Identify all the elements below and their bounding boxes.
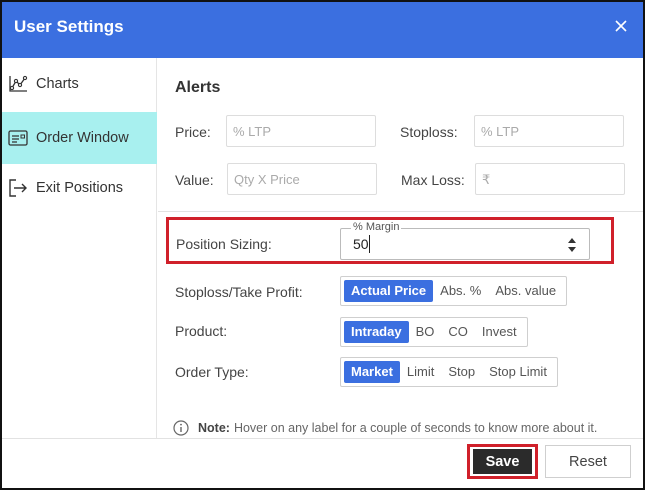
order-window-icon: [8, 128, 28, 148]
sidebar-item-label: Charts: [36, 76, 79, 92]
margin-value: 50: [353, 236, 369, 252]
note: Note: Hover on any label for a couple of…: [173, 420, 597, 436]
stoploss-label: Stoploss:: [400, 124, 458, 140]
stoploss-takeprofit-label: Stoploss/Take Profit:: [175, 284, 303, 300]
max-loss-input-box: [475, 163, 625, 195]
price-input[interactable]: [227, 116, 375, 146]
number-spinner-icon[interactable]: [567, 237, 577, 253]
note-text: Hover on any label for a couple of secon…: [233, 421, 598, 435]
option-bo[interactable]: BO: [409, 321, 442, 343]
order-type-label: Order Type:: [175, 364, 249, 380]
sidebar-item-label: Order Window: [36, 130, 129, 146]
option-market[interactable]: Market: [344, 361, 400, 383]
value-input[interactable]: [228, 164, 376, 194]
line-chart-icon: [8, 74, 28, 94]
exit-icon: [8, 178, 28, 198]
option-actual-price[interactable]: Actual Price: [344, 280, 434, 302]
sidebar-item-label: Exit Positions: [36, 180, 124, 196]
option-co[interactable]: CO: [441, 321, 475, 343]
option-abs-value[interactable]: Abs. value: [488, 280, 563, 302]
position-sizing-label: Position Sizing:: [176, 236, 272, 252]
option-intraday[interactable]: Intraday: [344, 321, 409, 343]
sidebar-item-order-window[interactable]: Order Window: [2, 112, 157, 164]
dialog-header: User Settings: [2, 2, 643, 58]
price-label: Price:: [175, 124, 211, 140]
dialog-title: User Settings: [14, 17, 124, 36]
close-icon[interactable]: [615, 20, 629, 34]
section-divider: [158, 211, 643, 212]
stoploss-input-box: [474, 115, 624, 147]
save-highlight: Save: [467, 444, 538, 479]
option-limit[interactable]: Limit: [400, 361, 441, 383]
stoploss-input[interactable]: [475, 116, 623, 146]
max-loss-label: Max Loss:: [401, 172, 465, 188]
sidebar-item-exit-positions[interactable]: Exit Positions: [2, 162, 157, 214]
option-stop[interactable]: Stop: [441, 361, 482, 383]
stoploss-takeprofit-toggle: Actual Price Abs. % Abs. value: [340, 276, 568, 306]
option-abs-percent[interactable]: Abs. %: [433, 280, 488, 302]
order-type-toggle: Market Limit Stop Stop Limit: [340, 357, 558, 387]
note-label: Note:: [198, 421, 230, 435]
save-button[interactable]: Save: [473, 449, 532, 474]
info-icon: [173, 420, 189, 436]
sidebar-item-charts[interactable]: Charts: [2, 58, 157, 110]
main-panel: Alerts Price: Stoploss: Value: Max Loss:…: [158, 58, 643, 438]
value-input-box: [227, 163, 377, 195]
price-input-box: [226, 115, 376, 147]
margin-field[interactable]: % Margin 50: [340, 221, 590, 260]
sidebar: Charts Order Window Exit Positions: [2, 58, 157, 438]
max-loss-input[interactable]: [476, 164, 624, 194]
user-settings-dialog: User Settings Charts Order Window Exit P…: [0, 0, 645, 490]
reset-button[interactable]: Reset: [545, 445, 631, 478]
value-label: Value:: [175, 172, 214, 188]
product-toggle: Intraday BO CO Invest: [340, 317, 528, 347]
alerts-title: Alerts: [175, 79, 221, 96]
product-label: Product:: [175, 323, 228, 339]
margin-field-legend: % Margin: [351, 221, 402, 233]
option-stop-limit[interactable]: Stop Limit: [482, 361, 554, 383]
dialog-footer: Save Reset: [2, 438, 643, 488]
option-invest[interactable]: Invest: [475, 321, 524, 343]
text-caret: [369, 235, 370, 253]
